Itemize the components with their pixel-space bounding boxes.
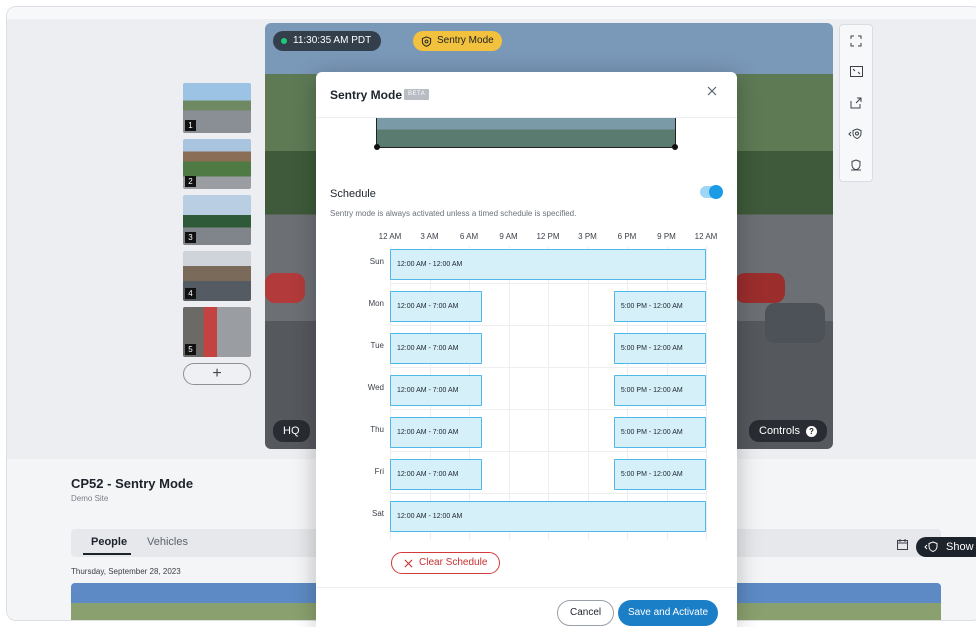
schedule-block[interactable]: 12:00 AM - 7:00 AM	[390, 375, 483, 406]
hour-label: 6 PM	[617, 232, 637, 241]
schedule-block[interactable]: 12:00 AM - 7:00 AM	[390, 333, 483, 364]
hour-label: 12 AM	[378, 232, 402, 241]
grid-hline	[390, 325, 706, 326]
hour-label: 9 AM	[499, 232, 518, 241]
grid-hline	[390, 451, 706, 452]
schedule-block[interactable]: 5:00 PM - 12:00 AM	[613, 459, 706, 490]
schedule-block[interactable]: 5:00 PM - 12:00 AM	[613, 417, 706, 448]
hour-label: 3 PM	[578, 232, 597, 241]
hour-label: 9 PM	[657, 232, 676, 241]
hour-label: 6 AM	[459, 232, 479, 241]
dialog-footer: Cancel Save and Activate	[316, 587, 737, 627]
sentry-zone-preview[interactable]	[374, 118, 678, 150]
zone-handle[interactable]	[374, 144, 380, 150]
day-label: Sat	[371, 509, 384, 518]
schedule-block[interactable]: 12:00 AM - 7:00 AM	[390, 459, 483, 490]
grid-vline	[706, 246, 707, 540]
grid-hline	[390, 367, 706, 368]
day-label: Thu	[370, 425, 384, 434]
grid-hline	[390, 409, 706, 410]
grid-vline	[587, 246, 589, 540]
grid-hline	[390, 493, 706, 494]
schedule-block[interactable]: 12:00 AM - 12:00 AM	[390, 501, 706, 532]
close-icon	[404, 559, 413, 567]
schedule-block[interactable]: 12:00 AM - 12:00 AM	[390, 249, 706, 280]
grid-vline	[508, 246, 510, 540]
schedule-description: Sentry mode is always activated unless a…	[330, 209, 577, 218]
hour-label: 12 PM	[536, 232, 560, 241]
beta-badge: BETA	[404, 89, 430, 100]
schedule-block[interactable]: 5:00 PM - 12:00 AM	[613, 375, 706, 406]
close-icon[interactable]	[704, 85, 720, 101]
schedule-toggle[interactable]	[700, 185, 723, 199]
dialog-header: Sentry Mode BETA	[316, 72, 737, 118]
schedule-block[interactable]: 12:00 AM - 7:00 AM	[390, 417, 483, 448]
schedule-block[interactable]: 12:00 AM - 7:00 AM	[390, 291, 483, 322]
hour-label: 3 AM	[420, 232, 439, 241]
sentry-mode-dialog: Sentry Mode BETA Schedule Sentry mode is…	[316, 72, 737, 627]
clear-schedule-label: Clear Schedule	[419, 557, 488, 568]
clear-schedule-button[interactable]: Clear Schedule	[391, 552, 501, 574]
schedule-block[interactable]: 5:00 PM - 12:00 AM	[613, 333, 706, 364]
schedule-label: Schedule	[330, 188, 376, 200]
grid-vline	[548, 246, 549, 540]
save-and-activate-button[interactable]: Save and Activate	[618, 600, 719, 626]
day-label: Sun	[369, 257, 384, 266]
cancel-button[interactable]: Cancel	[557, 600, 615, 626]
grid-hline	[390, 283, 706, 284]
hour-label: 12 AM	[694, 232, 718, 241]
zone-handle[interactable]	[672, 144, 678, 150]
day-label: Mon	[368, 299, 384, 308]
day-label: Wed	[367, 383, 384, 392]
day-label: Fri	[374, 467, 384, 476]
dialog-title: Sentry Mode	[330, 88, 403, 102]
day-label: Tue	[370, 341, 385, 350]
toggle-knob	[709, 185, 723, 199]
schedule-grid[interactable]: 12:00 AM - 12:00 AM 12:00 AM - 7:00 AM 5:0…	[390, 246, 707, 540]
schedule-block[interactable]: 5:00 PM - 12:00 AM	[613, 291, 706, 322]
